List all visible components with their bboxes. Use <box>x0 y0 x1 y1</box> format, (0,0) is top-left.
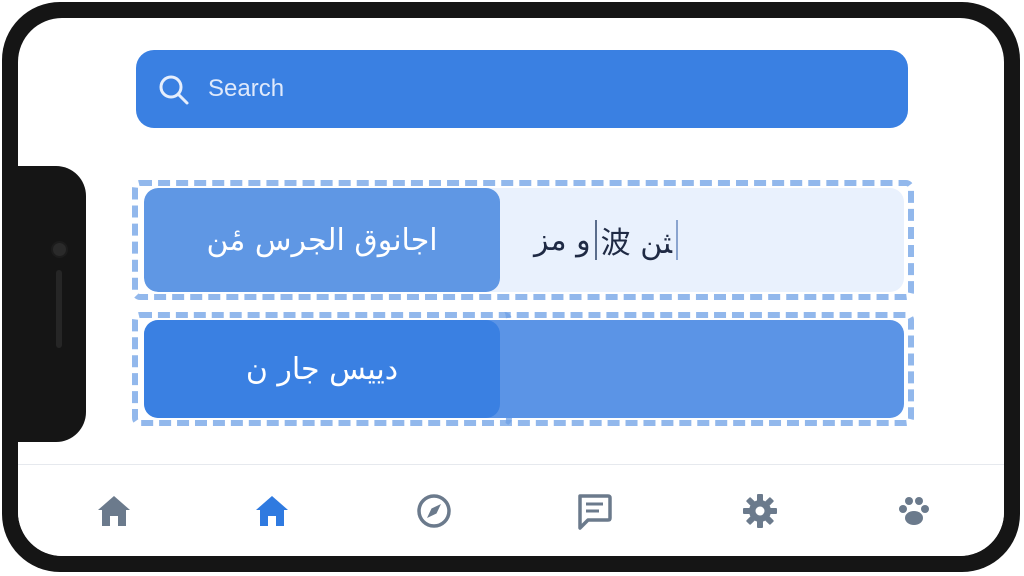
speaker-grille <box>56 270 62 348</box>
nav-explore-button[interactable] <box>410 487 458 535</box>
camera-notch <box>18 166 86 442</box>
search-input[interactable] <box>208 70 808 108</box>
list-row-2: ﺩﻳﻴﺲ ﺟﺎﺭ ﻥ <box>144 320 904 418</box>
home-icon <box>98 496 130 526</box>
compass-icon <box>417 494 451 528</box>
nav-settings-button[interactable] <box>736 487 784 535</box>
device-frame: اجانوق الجرس مٔن و مز 波 ﺜﻦ ﺩﻳﻴﺲ ﺟﺎﺭ ﻥ <box>2 2 1020 572</box>
nav-home-active-button[interactable] <box>248 487 296 535</box>
text-caret <box>594 220 597 260</box>
field-text-after-caret: 波 ﺜﻦ <box>600 226 673 261</box>
home-icon <box>256 496 288 526</box>
field-text-before-caret: و مز <box>534 222 591 258</box>
camera-icon <box>51 241 68 258</box>
nav-messages-button[interactable] <box>570 487 618 535</box>
app-screen: اجانوق الجرس مٔن و مز 波 ﺜﻦ ﺩﻳﻴﺲ ﺟﺎﺭ ﻥ <box>18 18 1004 556</box>
paw-icon <box>899 497 929 525</box>
gear-icon <box>743 494 777 528</box>
nav-pets-button[interactable] <box>890 487 938 535</box>
nav-home-button[interactable] <box>90 487 138 535</box>
row-label-button[interactable]: ﺩﻳﻴﺲ ﺟﺎﺭ ﻥ <box>144 320 500 418</box>
text-caret-end <box>676 220 679 260</box>
bottom-nav <box>18 464 1004 556</box>
chat-icon <box>578 494 612 530</box>
list-row-1: اجانوق الجرس مٔن و مز 波 ﺜﻦ <box>144 188 904 292</box>
row-text-field[interactable]: و مز 波 ﺜﻦ <box>516 188 896 292</box>
row-empty-field[interactable] <box>516 320 896 418</box>
search-bar[interactable] <box>136 50 908 128</box>
search-icon <box>159 75 189 105</box>
row-label-button[interactable]: اجانوق الجرس مٔن <box>144 188 500 292</box>
